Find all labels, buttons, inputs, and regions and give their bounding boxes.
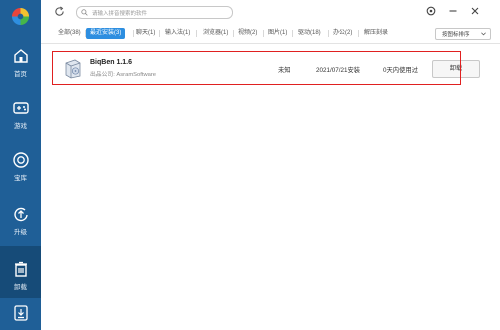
search-icon	[81, 9, 88, 16]
sort-label: 按图标排序	[442, 32, 470, 38]
search-placeholder: 请输入拼音搜索的软件	[92, 10, 148, 17]
tab-compress-burn[interactable]: 解压刻录	[364, 28, 388, 39]
tab-drivers[interactable]: 驱动(18)	[298, 28, 321, 39]
app-logo-icon	[11, 7, 30, 26]
chevron-down-icon	[481, 32, 486, 36]
sidebar-item-label: 首页	[14, 71, 27, 78]
download-icon	[13, 305, 28, 321]
app-list	[41, 44, 500, 330]
tab-input-method[interactable]: 输入法(1)	[165, 28, 190, 39]
sidebar-item-label: 游戏	[14, 123, 27, 130]
tab-chat[interactable]: 聊天(1)	[136, 28, 155, 39]
search-input[interactable]: 请输入拼音搜索的软件	[76, 6, 233, 19]
sidebar-item-uninstall[interactable]: 卸载	[0, 246, 41, 298]
tab-images[interactable]: 图片(1)	[268, 28, 287, 39]
sidebar-item-label: 卸载	[14, 284, 27, 291]
gamepad-icon	[12, 102, 29, 114]
tab-office[interactable]: 办公(2)	[333, 28, 352, 39]
treasure-icon	[12, 152, 29, 168]
sidebar-item-label: 宝库	[14, 175, 27, 182]
sidebar-item-label: 升级	[14, 229, 27, 236]
tab-divider	[358, 30, 359, 37]
sort-dropdown[interactable]: 按图标排序	[435, 28, 491, 40]
tab-divider	[196, 30, 197, 37]
sidebar-item-treasure[interactable]: 宝库	[0, 151, 41, 203]
home-icon	[13, 49, 28, 63]
sidebar-item-games[interactable]: 游戏	[0, 99, 41, 151]
sidebar-item-home[interactable]: 首页	[0, 47, 41, 99]
tab-all[interactable]: 全部(38)	[58, 28, 81, 39]
tab-divider	[159, 30, 160, 37]
close-icon[interactable]	[469, 5, 481, 17]
tab-divider	[328, 30, 329, 37]
tab-divider	[263, 30, 264, 37]
refresh-icon[interactable]	[54, 6, 65, 17]
tab-divider	[133, 30, 134, 37]
tab-video[interactable]: 视频(2)	[238, 28, 257, 39]
tab-divider	[233, 30, 234, 37]
selection-highlight	[52, 51, 461, 85]
tab-recent[interactable]: 最近安装(3)	[86, 28, 126, 39]
category-tabs: 全部(38) 最近安装(3) 聊天(1) 输入法(1) 浏览器(1) 视频(2)…	[41, 23, 500, 44]
sidebar: 首页 游戏 宝库 升级 卸载	[0, 0, 41, 330]
trash-icon	[14, 261, 27, 277]
title-bar: 请输入拼音搜索的软件	[41, 0, 500, 23]
upgrade-icon	[13, 207, 28, 222]
settings-icon[interactable]	[425, 5, 437, 17]
minimize-icon[interactable]	[447, 5, 459, 17]
tab-browser[interactable]: 浏览器(1)	[203, 28, 228, 39]
sidebar-item-downloads[interactable]	[0, 304, 41, 326]
tab-divider	[292, 30, 293, 37]
